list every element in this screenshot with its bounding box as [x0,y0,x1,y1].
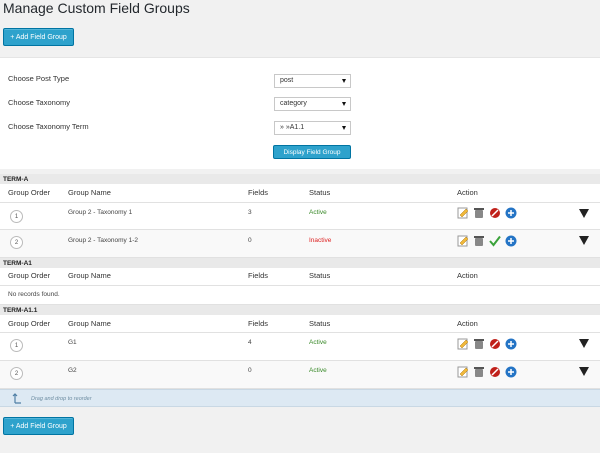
col-fields: Fields [248,271,269,280]
drag-handle-icon[interactable] [579,367,589,376]
trash-icon[interactable] [473,207,485,219]
group-name: Group 2 - Taxonomy 1-2 [68,237,138,244]
post-type-value: post [280,77,294,84]
trash-icon[interactable] [473,366,485,378]
table-row[interactable]: 2 G2 0 Active [0,361,600,389]
col-order: Group Order [8,319,51,328]
group-title-term-a1: TERM-A1 [0,258,600,268]
col-order: Group Order [8,271,51,280]
chevron-down-icon [342,102,346,106]
col-status: Status [309,188,331,197]
drag-hint-bar: Drag and drop to reorder [0,389,600,407]
add-field-group-button-top[interactable]: + Add Field Group [3,28,74,46]
col-status: Status [309,271,331,280]
no-records-text: No records found. [8,291,60,298]
table-row[interactable]: 1 G1 4 Active [0,333,600,361]
col-order: Group Order [8,188,51,197]
add-field-group-button-bottom[interactable]: + Add Field Group [3,417,74,435]
group-title-term-a: TERM-A [0,174,600,184]
col-action: Action [457,271,478,280]
col-status: Status [309,319,331,328]
fields-count: 0 [248,237,252,244]
activate-check-icon[interactable] [489,235,501,247]
fields-count: 4 [248,339,252,346]
post-type-label: Choose Post Type [8,74,70,83]
chevron-down-icon [342,126,346,130]
add-icon[interactable] [505,338,517,350]
table-row[interactable]: 2 Group 2 - Taxonomy 1-2 0 Inactive [0,230,600,258]
action-group [457,235,517,247]
deactivate-icon[interactable] [489,338,501,350]
table-row[interactable]: 1 Group 2 - Taxonomy 1 3 Active [0,203,600,230]
order-badge: 2 [10,236,23,249]
add-icon[interactable] [505,207,517,219]
edit-icon[interactable] [457,235,469,247]
table-header: Group Order Group Name Fields Status Act… [0,315,600,333]
col-fields: Fields [248,188,269,197]
trash-icon[interactable] [473,338,485,350]
status-badge: Active [309,209,327,216]
action-group [457,366,517,378]
chevron-down-icon [342,79,346,83]
group-name: G2 [68,367,77,374]
drag-hint-text: Drag and drop to reorder [31,396,92,402]
col-name: Group Name [68,271,111,280]
col-action: Action [457,188,478,197]
table-header: Group Order Group Name Fields Status Act… [0,184,600,203]
drag-handle-icon[interactable] [579,339,589,348]
table-header: Group Order Group Name Fields Status Act… [0,268,600,286]
taxonomy-label: Choose Taxonomy [8,98,70,107]
status-badge: Active [309,339,327,346]
display-field-group-button[interactable]: Display Field Group [273,145,351,159]
status-badge: Inactive [309,237,332,244]
taxonomy-term-label: Choose Taxonomy Term [8,122,89,131]
deactivate-icon[interactable] [489,207,501,219]
status-badge: Active [309,367,327,374]
page-title: Manage Custom Field Groups [3,0,190,16]
empty-row: No records found. [0,286,600,305]
add-icon[interactable] [505,366,517,378]
order-badge: 2 [10,367,23,380]
group-name: G1 [68,339,77,346]
action-group [457,338,517,350]
edit-icon[interactable] [457,207,469,219]
taxonomy-term-value: » »A1.1 [280,124,305,131]
fields-count: 0 [248,367,252,374]
col-name: Group Name [68,188,111,197]
post-type-select[interactable]: post [274,74,351,88]
taxonomy-term-select[interactable]: » »A1.1 [274,121,351,135]
edit-icon[interactable] [457,366,469,378]
group-title-term-a1-1: TERM-A1.1 [0,305,600,315]
drag-handle-icon[interactable] [579,236,589,245]
order-badge: 1 [10,339,23,352]
taxonomy-select[interactable]: category [274,97,351,111]
col-fields: Fields [248,319,269,328]
drag-handle-icon[interactable] [579,209,589,218]
trash-icon[interactable] [473,235,485,247]
order-badge: 1 [10,210,23,223]
col-name: Group Name [68,319,111,328]
taxonomy-value: category [280,100,307,107]
fields-count: 3 [248,209,252,216]
deactivate-icon[interactable] [489,366,501,378]
col-action: Action [457,319,478,328]
turn-up-arrow-icon [12,392,24,406]
add-icon[interactable] [505,235,517,247]
action-group [457,207,517,219]
edit-icon[interactable] [457,338,469,350]
group-name: Group 2 - Taxonomy 1 [68,209,133,216]
